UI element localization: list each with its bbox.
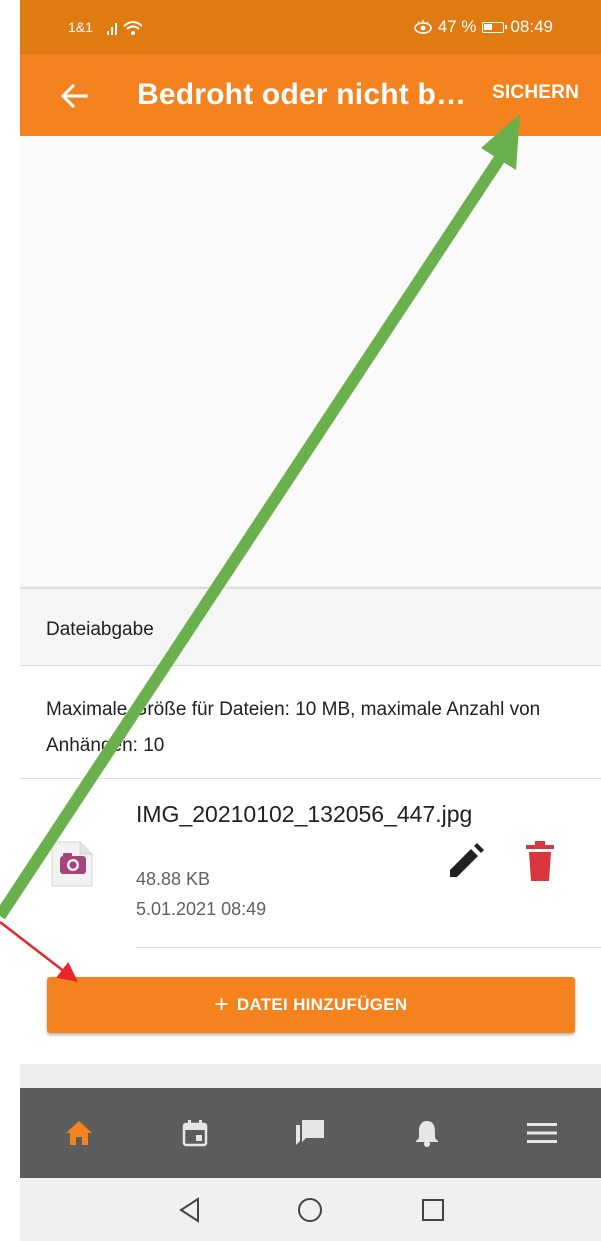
- divider: [136, 947, 601, 948]
- image-file-icon: [51, 841, 93, 887]
- nav-messages[interactable]: [292, 1115, 328, 1151]
- home-circle-icon[interactable]: [296, 1196, 324, 1224]
- nav-calendar[interactable]: [177, 1115, 213, 1151]
- home-icon: [66, 1121, 92, 1145]
- pencil-icon[interactable]: [446, 843, 484, 881]
- card-header: Dateiabgabe: [20, 588, 601, 666]
- file-list-item: IMG_20210102_132056_447.jpg 48.88 KB 5.0…: [20, 779, 601, 947]
- menu-icon: [527, 1123, 557, 1143]
- upload-limits-text: Maximale Größe für Dateien: 10 MB, maxim…: [46, 699, 541, 756]
- save-button[interactable]: SICHERN: [492, 82, 579, 104]
- status-bar: 1&1 47 % 08:49: [20, 0, 601, 54]
- section-title: Dateiabgabe: [46, 619, 154, 640]
- plus-icon: +: [214, 991, 229, 1018]
- arrow-left-icon[interactable]: [56, 78, 92, 114]
- bell-icon: [416, 1121, 438, 1147]
- bottom-navigation: [20, 1088, 601, 1178]
- carrier-label: 1&1: [68, 19, 93, 35]
- eye-comfort-icon: [413, 20, 432, 34]
- app-bar: Bedroht oder nicht b… SICHERN: [20, 54, 601, 136]
- add-file-label: DATEI HINZUFÜGEN: [236, 995, 408, 1014]
- phone-screen: 1&1 47 % 08:49 Bedroht oder nicht b… SIC…: [20, 0, 601, 1241]
- file-upload-card: Dateiabgabe Maximale Größe für Dateien: …: [20, 588, 601, 1064]
- page-title: Bedroht oder nicht b…: [137, 78, 467, 111]
- system-navigation-bar: [20, 1178, 601, 1241]
- content-area: [20, 136, 601, 588]
- content-bottom-strip: [20, 1064, 601, 1088]
- file-date: 5.01.2021 08:49: [136, 899, 267, 919]
- nav-notifications[interactable]: [409, 1115, 445, 1151]
- signal-wifi-icon: [107, 21, 142, 35]
- file-size: 48.88 KB: [136, 869, 211, 889]
- add-file-button[interactable]: + DATEI HINZUFÜGEN: [47, 977, 575, 1033]
- battery-percent: 47 %: [437, 17, 477, 36]
- recents-square-icon[interactable]: [419, 1196, 447, 1224]
- back-triangle-icon[interactable]: [176, 1196, 204, 1224]
- battery-icon: [482, 21, 508, 33]
- nav-menu[interactable]: [524, 1115, 560, 1151]
- nav-home[interactable]: [61, 1115, 97, 1151]
- status-right: 47 % 08:49: [413, 17, 553, 37]
- clock: 08:49: [510, 17, 553, 36]
- trash-icon[interactable]: [524, 841, 556, 881]
- file-name[interactable]: IMG_20210102_132056_447.jpg: [136, 797, 472, 831]
- chat-icon: [296, 1120, 324, 1145]
- calendar-icon: [182, 1120, 208, 1147]
